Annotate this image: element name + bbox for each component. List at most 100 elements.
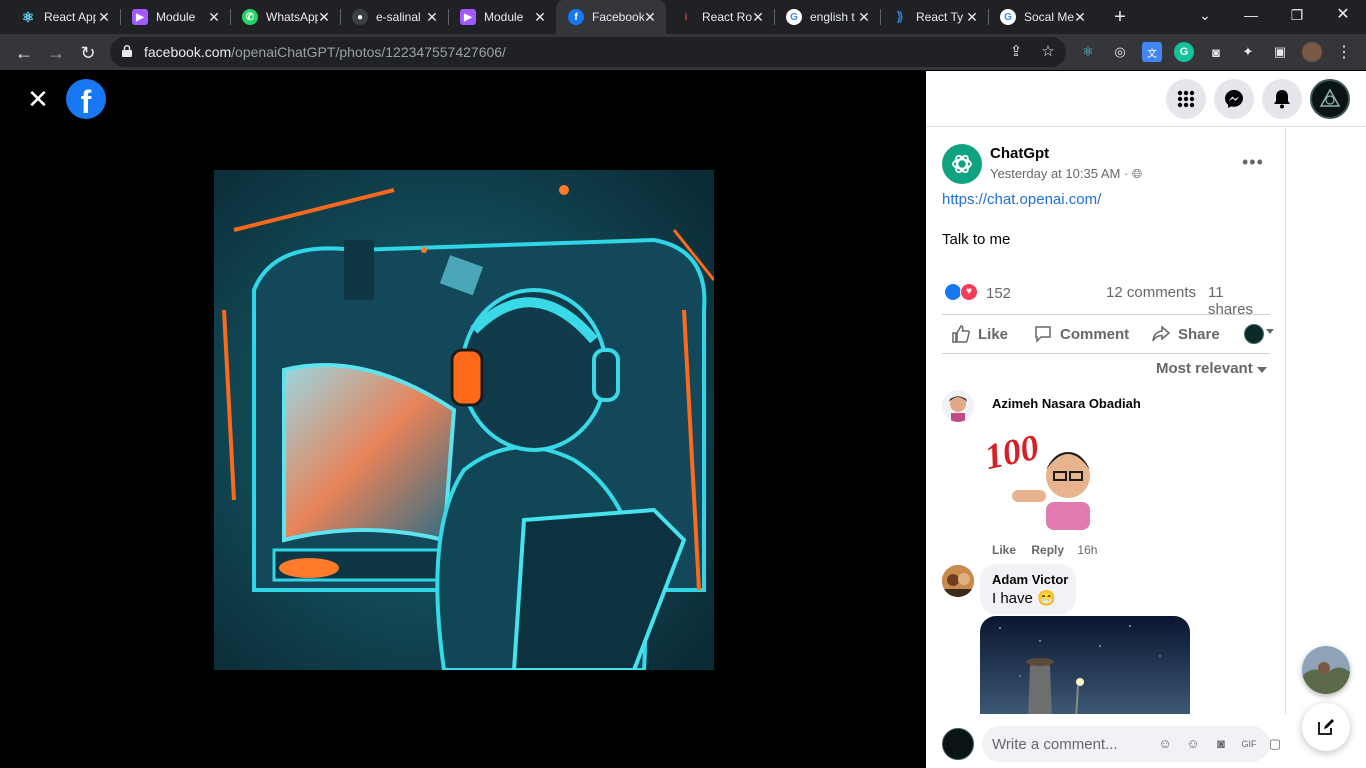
close-viewer-button[interactable]: ✕ — [26, 86, 50, 112]
grammarly-icon[interactable]: G — [1174, 42, 1194, 62]
extension-target-icon[interactable]: ◎ — [1110, 42, 1130, 62]
side-panel-icon[interactable]: ▣ — [1270, 42, 1290, 62]
messenger-button[interactable] — [1214, 79, 1254, 119]
like-button[interactable]: Like — [952, 315, 1008, 353]
react-as-avatar[interactable] — [1244, 324, 1264, 344]
close-tab-icon[interactable]: ✕ — [206, 9, 222, 25]
close-tab-icon[interactable]: ✕ — [750, 9, 766, 25]
share-button[interactable]: Share — [1152, 315, 1220, 353]
gamer-illustration — [214, 170, 714, 670]
reload-button[interactable]: ↻ — [74, 39, 102, 67]
tab-facebook[interactable]: f Facebook ✕ — [556, 0, 666, 34]
comment-bubble-icon — [1035, 326, 1051, 343]
post-photo — [214, 170, 714, 670]
browser-toolbar: ← → ↻ facebook.com/openaiChatGPT/photos/… — [0, 34, 1366, 71]
comment-time[interactable]: 16h — [1077, 543, 1097, 557]
close-tab-icon[interactable]: ✕ — [532, 9, 548, 25]
post-options-button[interactable]: ••• — [1242, 152, 1264, 173]
tab-module-1[interactable]: ▶ Module ✕ — [120, 0, 230, 34]
tab-english[interactable]: G english t ✕ — [774, 0, 880, 34]
night-sky-photo — [980, 616, 1190, 718]
close-tab-icon[interactable]: ✕ — [96, 9, 112, 25]
extensions-puzzle-icon[interactable]: ✦ — [1238, 42, 1258, 62]
back-button[interactable]: ← — [10, 39, 38, 67]
comments-scroll-area[interactable]: ChatGpt Yesterday at 10:35 AM · 🌐︎ ••• h… — [926, 128, 1286, 768]
commenter-avatar[interactable] — [942, 565, 974, 597]
comment-author[interactable]: Adam Victor — [992, 572, 1068, 587]
notifications-button[interactable] — [1262, 79, 1302, 119]
post-timestamp[interactable]: Yesterday at 10:35 AM · 🌐︎ — [990, 166, 1142, 182]
chevron-down-icon[interactable] — [1257, 367, 1267, 373]
close-tab-icon[interactable]: ✕ — [1072, 9, 1088, 25]
forward-button[interactable]: → — [42, 39, 70, 67]
avatar-sticker: 100 — [981, 418, 1102, 538]
bookmark-star-icon[interactable]: ☆ — [1038, 42, 1058, 62]
reaction-count[interactable]: 152 — [986, 285, 1011, 302]
url-text[interactable]: facebook.com/openaiChatGPT/photos/122347… — [144, 44, 506, 60]
contact-avatar-bubble[interactable] — [1302, 646, 1350, 694]
share-page-icon[interactable]: ⇪ — [1006, 42, 1026, 62]
camera-icon[interactable]: ◙ — [1212, 735, 1230, 753]
sticker-text: 100 — [982, 427, 1042, 477]
thumbs-up-icon — [952, 325, 970, 343]
comment-count[interactable]: 12 comments — [1106, 284, 1196, 301]
sticker-icon[interactable]: ▢ — [1266, 735, 1284, 753]
messenger-icon — [1225, 90, 1243, 108]
comment-image[interactable] — [980, 616, 1190, 718]
close-tab-icon[interactable]: ✕ — [424, 9, 440, 25]
account-avatar[interactable] — [1310, 79, 1350, 119]
module-icon: ▶ — [132, 9, 148, 25]
comment-sort-selector[interactable]: Most relevant — [1156, 360, 1253, 377]
close-window-button[interactable]: ✕ — [1320, 0, 1366, 34]
browser-tab-bar: ⚛ React App ✕ ▶ Module ✕ ✆ WhatsApp ✕ ● … — [0, 0, 1366, 34]
tab-react-ts[interactable]: ⟫ React Ty ✕ — [880, 0, 988, 34]
minimize-button[interactable]: — — [1228, 0, 1274, 34]
new-tab-button[interactable]: + — [1108, 5, 1132, 29]
tab-react-app[interactable]: ⚛ React App ✕ — [8, 0, 120, 34]
new-message-button[interactable] — [1302, 703, 1350, 751]
comment-reply-button[interactable]: Reply — [1031, 543, 1064, 557]
comment-button[interactable]: Comment — [1034, 315, 1129, 353]
tab-search-button[interactable]: ⌄ — [1182, 0, 1228, 34]
gif-icon[interactable]: GIF — [1240, 735, 1258, 753]
chevron-down-icon[interactable] — [1266, 329, 1274, 334]
react-devtools-icon[interactable]: ⚛ — [1078, 42, 1098, 62]
openai-logo-icon — [952, 154, 972, 174]
love-reaction-icon[interactable]: ♥ — [960, 283, 978, 301]
arc-reactor-icon — [1319, 88, 1341, 107]
post-author-name[interactable]: ChatGpt — [990, 145, 1049, 162]
close-tab-icon[interactable]: ✕ — [964, 9, 980, 25]
post-actions: Like Comment Share — [942, 314, 1274, 354]
tab-react-router[interactable]: i React Ro ✕ — [666, 0, 774, 34]
restore-button[interactable]: ❐ — [1274, 0, 1320, 34]
share-count[interactable]: 11 shares — [1208, 284, 1270, 318]
chatgpt-avatar[interactable] — [942, 144, 982, 184]
emoji-icon[interactable]: ☺ — [1184, 735, 1202, 753]
comment-input[interactable]: Write a comment... ☺ ☺ ◙ GIF ▢ — [982, 726, 1281, 762]
tab-module-2[interactable]: ▶ Module ✕ — [448, 0, 556, 34]
profile-avatar[interactable] — [1302, 42, 1322, 62]
avatar-sticker-icon[interactable]: ☺ — [1156, 735, 1174, 753]
tab-github[interactable]: ● e-salinal ✕ — [340, 0, 448, 34]
post-link[interactable]: https://chat.openai.com/ — [942, 191, 1101, 208]
translate-icon[interactable]: 文 — [1142, 42, 1162, 62]
reaction-summary: ♥ 152 12 comments 11 shares — [942, 280, 1270, 318]
comment-actions: Like Reply 16h — [992, 543, 1097, 557]
close-tab-icon[interactable]: ✕ — [316, 9, 332, 25]
hundred-points-sticker: 100 — [981, 427, 1090, 530]
tab-whatsapp[interactable]: ✆ WhatsApp ✕ — [230, 0, 340, 34]
composer-avatar[interactable] — [942, 728, 974, 760]
tab-social-media[interactable]: G Socal Me ✕ — [988, 0, 1096, 34]
screenshot-camera-icon[interactable]: ◙ — [1206, 42, 1226, 62]
photo-viewer: ✕ f — [0, 71, 926, 768]
comment-like-button[interactable]: Like — [992, 543, 1016, 557]
facebook-logo-icon[interactable]: f — [66, 79, 106, 119]
commenter-avatar[interactable] — [942, 390, 974, 422]
address-bar[interactable]: facebook.com/openaiChatGPT/photos/122347… — [110, 37, 1066, 67]
close-tab-icon[interactable]: ✕ — [856, 9, 872, 25]
browser-menu-icon[interactable]: ⋮ — [1334, 42, 1354, 62]
menu-grid-button[interactable] — [1166, 79, 1206, 119]
lock-icon[interactable] — [122, 45, 132, 57]
comment-author[interactable]: Azimeh Nasara Obadiah — [992, 396, 1141, 411]
close-tab-icon[interactable]: ✕ — [642, 9, 658, 25]
